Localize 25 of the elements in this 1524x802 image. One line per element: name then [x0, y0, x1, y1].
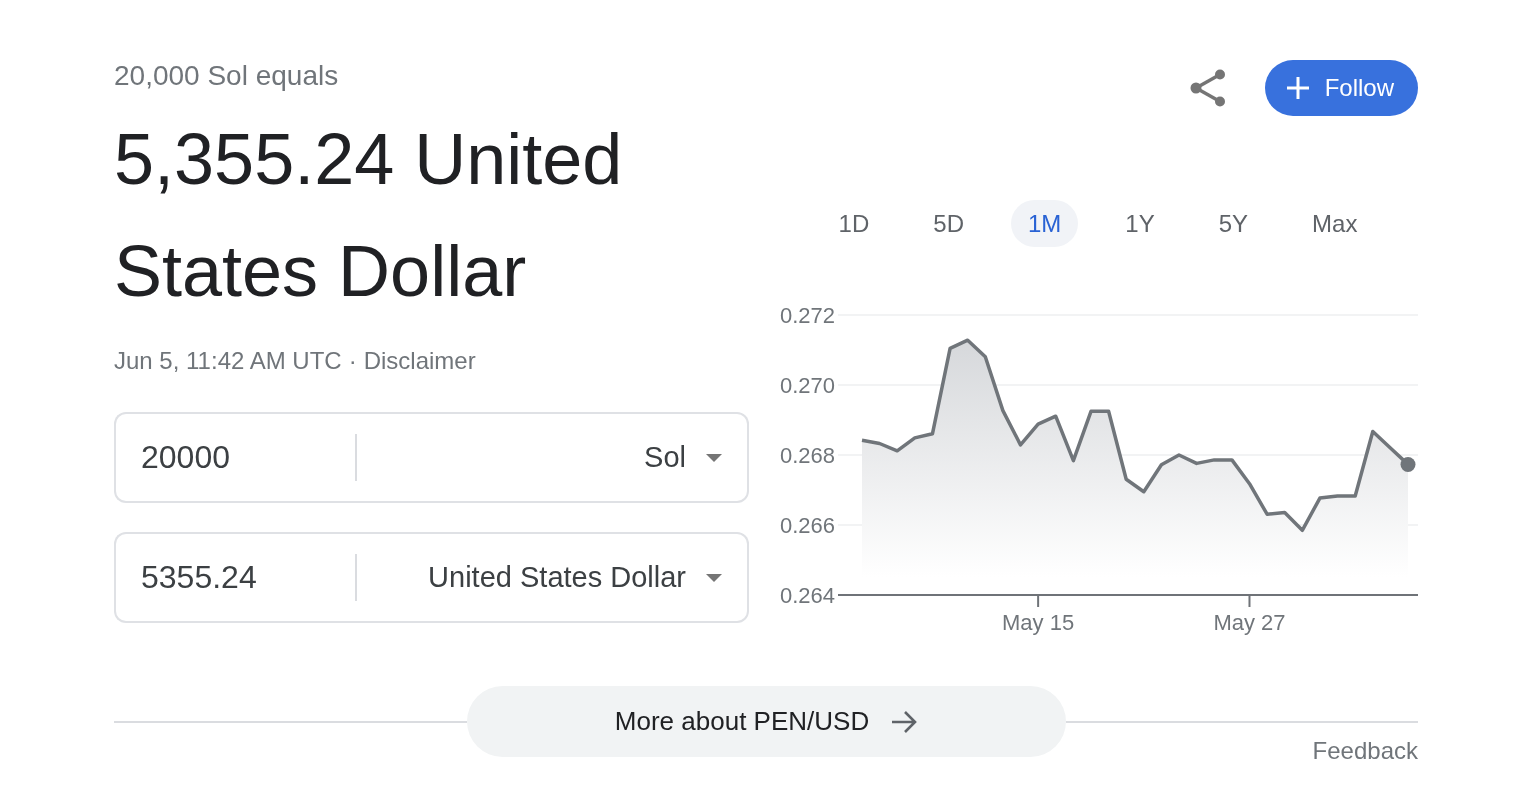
y-axis-label: 0.270: [779, 372, 835, 398]
end-point-dot-icon: [1400, 456, 1416, 472]
arrow-right-icon: [891, 710, 918, 733]
range-tab[interactable]: 1Y: [1108, 200, 1172, 247]
y-axis-label: 0.264: [779, 582, 835, 608]
range-tab[interactable]: 5D: [916, 200, 981, 247]
conversion-result: 5,355.24 United States Dollar: [114, 118, 624, 313]
disclaimer-link[interactable]: Disclaimer: [363, 345, 476, 377]
y-axis-label: 0.266: [779, 512, 835, 538]
x-axis-label: May 27: [1213, 609, 1286, 635]
range-tab[interactable]: Max: [1295, 200, 1375, 247]
share-icon[interactable]: [1189, 69, 1226, 107]
range-tab[interactable]: 1D: [821, 200, 887, 247]
follow-button[interactable]: Follow: [1264, 60, 1418, 116]
more-about-button[interactable]: More about PEN/USD: [466, 686, 1066, 757]
feedback-link[interactable]: Feedback: [1312, 737, 1418, 765]
plus-icon: [1286, 77, 1309, 99]
range-tab[interactable]: 1M: [1011, 200, 1079, 247]
x-axis-label: May 15: [1002, 609, 1075, 635]
y-axis-label: 0.268: [779, 442, 835, 468]
y-axis-label: 0.272: [779, 302, 835, 328]
separator: ·: [348, 346, 357, 376]
timestamp: Jun 5, 11:42 AM UTC: [114, 346, 342, 376]
conversion-summary: 20,000 Sol equals: [114, 59, 340, 93]
range-tab[interactable]: 5Y: [1201, 200, 1266, 247]
